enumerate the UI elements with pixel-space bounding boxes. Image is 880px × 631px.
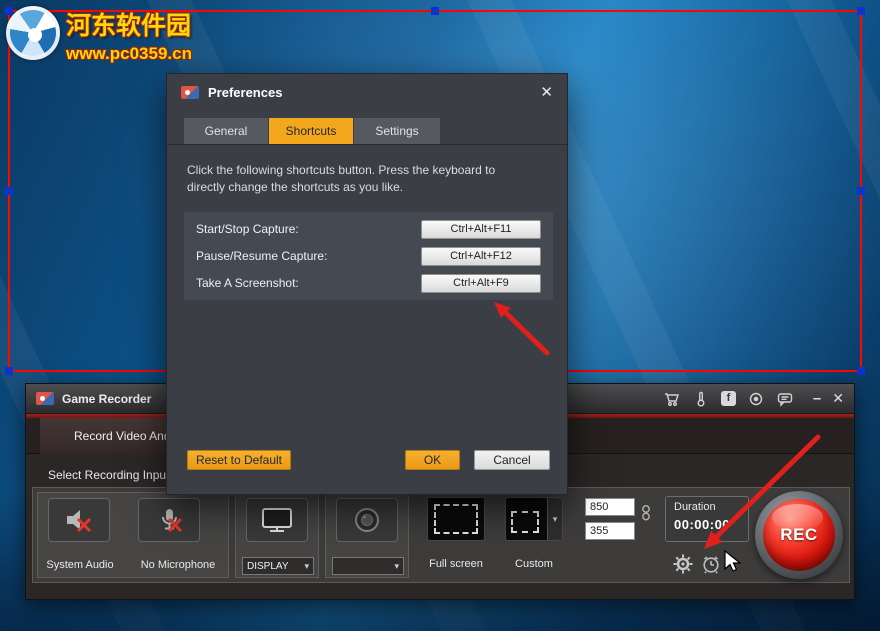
rec-button[interactable]: REC <box>763 499 835 571</box>
tab-shortcuts[interactable]: Shortcuts <box>269 118 353 144</box>
monitor-icon <box>260 506 294 534</box>
display-select-value: DISPLAY <box>247 561 289 572</box>
close-button[interactable]: ✕ <box>832 390 844 407</box>
preferences-titlebar: Preferences ✕ <box>167 74 567 110</box>
settings-gear-button[interactable] <box>673 554 693 574</box>
desktop: 河东软件园 www.pc0359.cn Game Recorder f <box>0 0 880 631</box>
app-icon <box>181 86 199 99</box>
feedback-icon[interactable] <box>776 390 794 408</box>
duration-value: 00:00:00 <box>674 517 740 532</box>
chevron-down-icon: ▾ <box>304 561 309 572</box>
fullscreen-label: Full screen <box>419 558 493 570</box>
system-audio-button[interactable] <box>48 498 110 542</box>
shortcuts-description: Click the following shortcuts button. Pr… <box>187 162 553 196</box>
display-select[interactable]: DISPLAY ▾ <box>242 557 314 575</box>
webcam-group: ▾ <box>325 492 409 578</box>
preferences-dialog: Preferences ✕ General Shortcuts Settings… <box>166 73 568 495</box>
fullscreen-button[interactable] <box>427 497 485 541</box>
webcam-icon <box>352 505 382 535</box>
tab-general[interactable]: General <box>184 118 268 144</box>
recorder-window-title: Game Recorder <box>62 392 151 406</box>
chevron-down-icon: ▾ <box>553 514 558 525</box>
custom-label: Custom <box>497 558 571 570</box>
screenshot-shortcut-button[interactable]: Ctrl+Alt+F9 <box>421 274 541 293</box>
preferences-title: Preferences <box>208 85 282 100</box>
reset-to-default-button[interactable]: Reset to Default <box>187 450 291 470</box>
watermark-site-url: www.pc0359.cn <box>66 44 192 64</box>
facebook-icon[interactable]: f <box>721 391 736 406</box>
custom-region-button[interactable]: ▾ <box>505 497 563 541</box>
cancel-button[interactable]: Cancel <box>474 450 550 470</box>
chevron-down-icon: ▾ <box>394 561 399 572</box>
shortcut-label: Pause/Resume Capture: <box>196 249 327 263</box>
ok-button[interactable]: OK <box>405 450 460 470</box>
thermometer-icon[interactable] <box>692 390 710 408</box>
selection-handle[interactable] <box>5 367 13 375</box>
display-button[interactable] <box>246 498 308 542</box>
height-input[interactable] <box>585 522 635 540</box>
no-microphone-label: No Microphone <box>128 559 228 571</box>
microphone-muted-icon <box>154 507 184 533</box>
custom-dropdown-arrow[interactable]: ▾ <box>547 498 562 540</box>
selection-handle[interactable] <box>431 7 439 15</box>
dialog-divider <box>167 144 567 145</box>
start-stop-shortcut-button[interactable]: Ctrl+Alt+F11 <box>421 220 541 239</box>
system-audio-label: System Audio <box>38 559 122 571</box>
duration-label: Duration <box>674 501 740 513</box>
fullscreen-group: Full screen <box>419 492 493 578</box>
custom-group: ▾ Custom <box>497 492 575 578</box>
shortcut-row: Start/Stop Capture: Ctrl+Alt+F11 <box>196 219 541 239</box>
rec-label: REC <box>780 525 817 545</box>
preferences-tabs: General Shortcuts Settings <box>184 118 441 144</box>
fullscreen-region-icon <box>434 504 478 534</box>
shortcut-row: Take A Screenshot: Ctrl+Alt+F9 <box>196 273 541 293</box>
selection-handle[interactable] <box>857 7 865 15</box>
shortcut-label: Take A Screenshot: <box>196 276 299 290</box>
webcam-select[interactable]: ▾ <box>332 557 404 575</box>
display-group: DISPLAY ▾ <box>235 492 319 578</box>
pause-resume-shortcut-button[interactable]: Ctrl+Alt+F12 <box>421 247 541 266</box>
link-aspect-icon[interactable] <box>641 504 651 527</box>
app-icon <box>36 392 54 405</box>
shortcut-label: Start/Stop Capture: <box>196 222 299 236</box>
selection-handle[interactable] <box>857 187 865 195</box>
microphone-button[interactable] <box>138 498 200 542</box>
webcam-button[interactable] <box>336 498 398 542</box>
duration-panel: Duration 00:00:00 <box>665 496 749 542</box>
selection-handle[interactable] <box>857 367 865 375</box>
alarm-clock-icon <box>701 554 721 574</box>
site-watermark: 河东软件园 www.pc0359.cn <box>6 6 192 64</box>
watermark-site-name: 河东软件园 <box>66 6 192 42</box>
schedule-button[interactable] <box>701 554 721 574</box>
width-input[interactable] <box>585 498 635 516</box>
cart-icon[interactable] <box>663 390 681 408</box>
select-recording-input-label: Select Recording Inpu <box>48 468 166 482</box>
speaker-muted-icon <box>64 507 94 533</box>
recorder-toolbar: System Audio No Microphone DISPLAY ▾ <box>32 487 850 583</box>
custom-region-icon <box>511 511 539 533</box>
shortcut-row: Pause/Resume Capture: Ctrl+Alt+F12 <box>196 246 541 266</box>
dialog-close-button[interactable]: ✕ <box>540 83 553 101</box>
camera-icon[interactable] <box>747 390 765 408</box>
tab-settings[interactable]: Settings <box>354 118 440 144</box>
gear-icon <box>673 554 693 574</box>
selection-handle[interactable] <box>5 187 13 195</box>
audio-group: System Audio No Microphone <box>37 492 229 578</box>
minimize-button[interactable]: – <box>813 390 821 407</box>
shortcuts-panel: Start/Stop Capture: Ctrl+Alt+F11 Pause/R… <box>184 212 553 300</box>
site-logo-icon <box>6 6 60 60</box>
rec-button-ring: REC <box>755 491 843 579</box>
